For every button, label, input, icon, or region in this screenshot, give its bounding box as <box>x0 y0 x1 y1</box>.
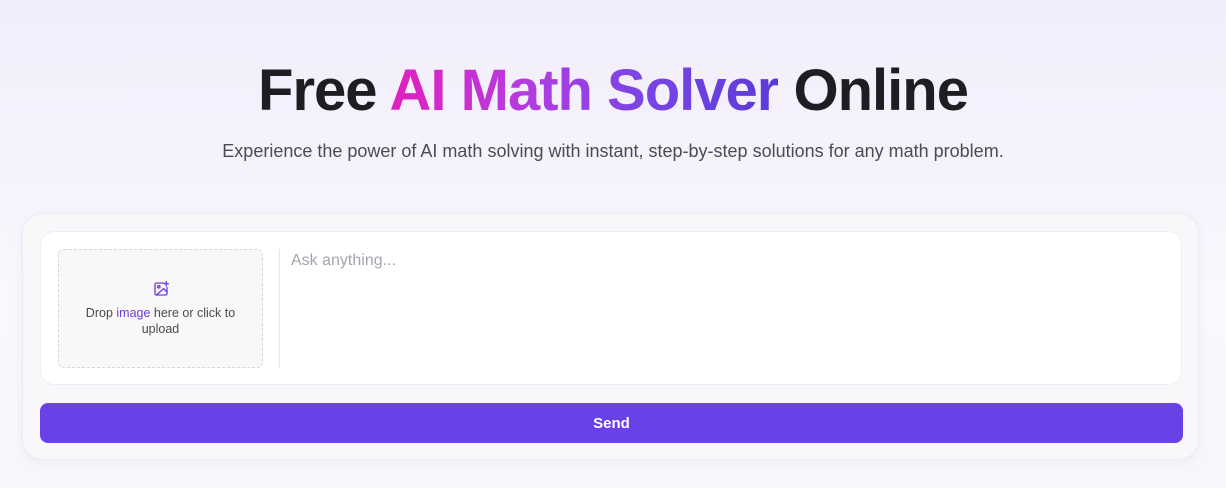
page-title: Free AI Math Solver Online <box>0 58 1226 124</box>
dropzone-image-link[interactable]: image <box>116 306 150 320</box>
question-input[interactable] <box>289 246 1169 370</box>
dropzone-text-after: here or click to upload <box>141 306 236 336</box>
input-panel: Drop image here or click to upload <box>40 231 1182 385</box>
image-plus-icon <box>152 280 170 298</box>
image-dropzone[interactable]: Drop image here or click to upload <box>58 249 263 368</box>
page-subtitle: Experience the power of AI math solving … <box>222 141 1004 161</box>
dropzone-text: Drop image here or click to upload <box>69 305 252 337</box>
title-highlight: AI Math Solver <box>389 58 780 123</box>
send-button[interactable]: Send <box>40 403 1183 443</box>
vertical-divider <box>279 249 280 368</box>
dropzone-text-before: Drop <box>85 306 117 320</box>
title-suffix: Online <box>778 58 968 123</box>
solver-card: Drop image here or click to upload Send <box>22 213 1199 460</box>
title-prefix: Free <box>258 58 390 123</box>
